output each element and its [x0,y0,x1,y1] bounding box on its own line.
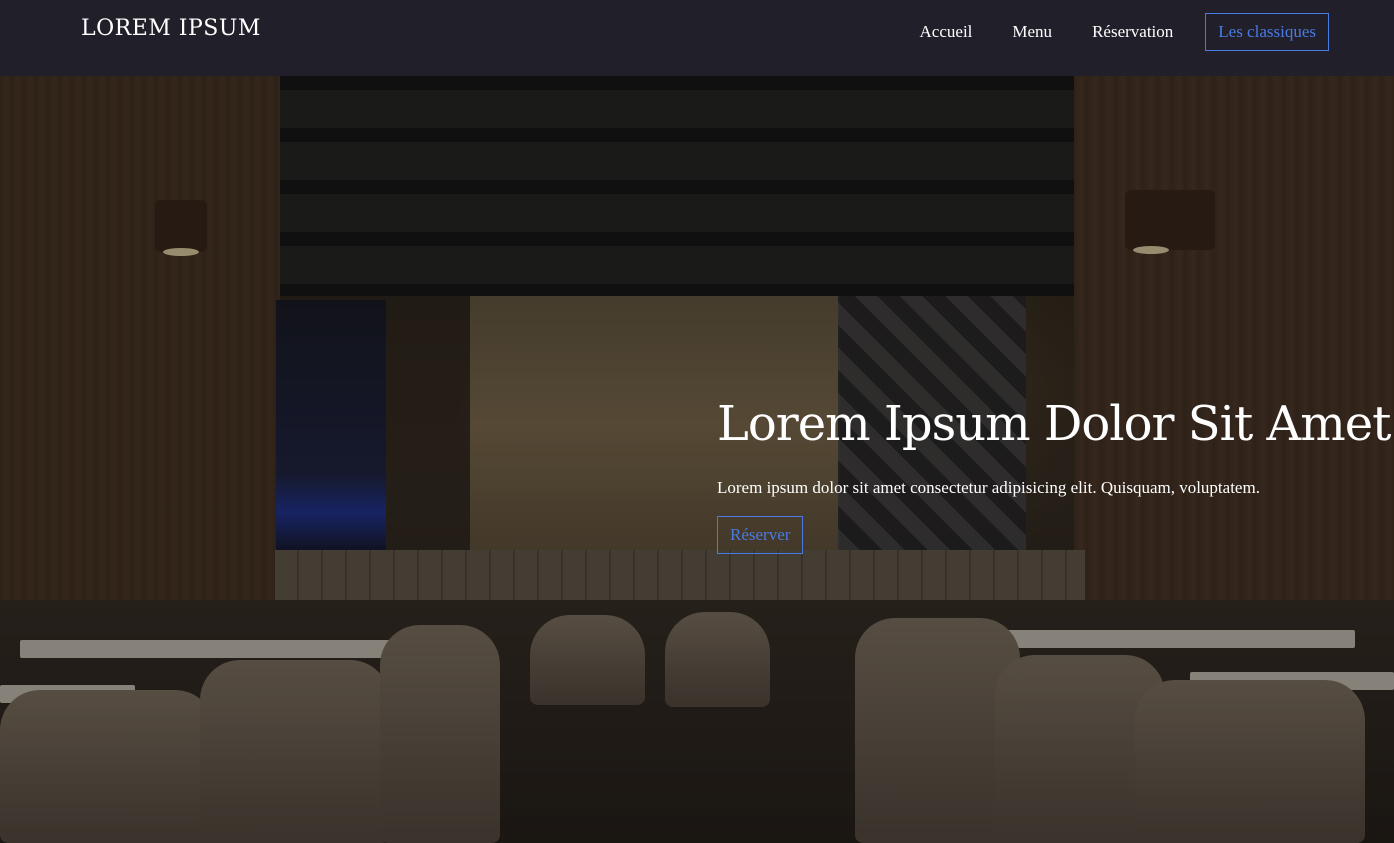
main-nav: Accueil Menu Réservation Les classiques [920,13,1329,51]
classics-button[interactable]: Les classiques [1205,13,1329,51]
hero-title: Lorem Ipsum Dolor Sit Amet. [717,396,1394,452]
reserve-button[interactable]: Réserver [717,516,804,554]
hero-content: Lorem Ipsum Dolor Sit Amet. Lorem ipsum … [717,393,1394,554]
nav-link-reservation[interactable]: Réservation [1092,13,1173,51]
site-header: LOREM IPSUM Accueil Menu Réservation Les… [0,0,1394,76]
nav-link-menu[interactable]: Menu [1012,13,1052,51]
nav-link-accueil[interactable]: Accueil [920,13,973,51]
brand-logo[interactable]: LOREM IPSUM [81,16,261,41]
hero-description: Lorem ipsum dolor sit amet consectetur a… [717,478,1260,497]
